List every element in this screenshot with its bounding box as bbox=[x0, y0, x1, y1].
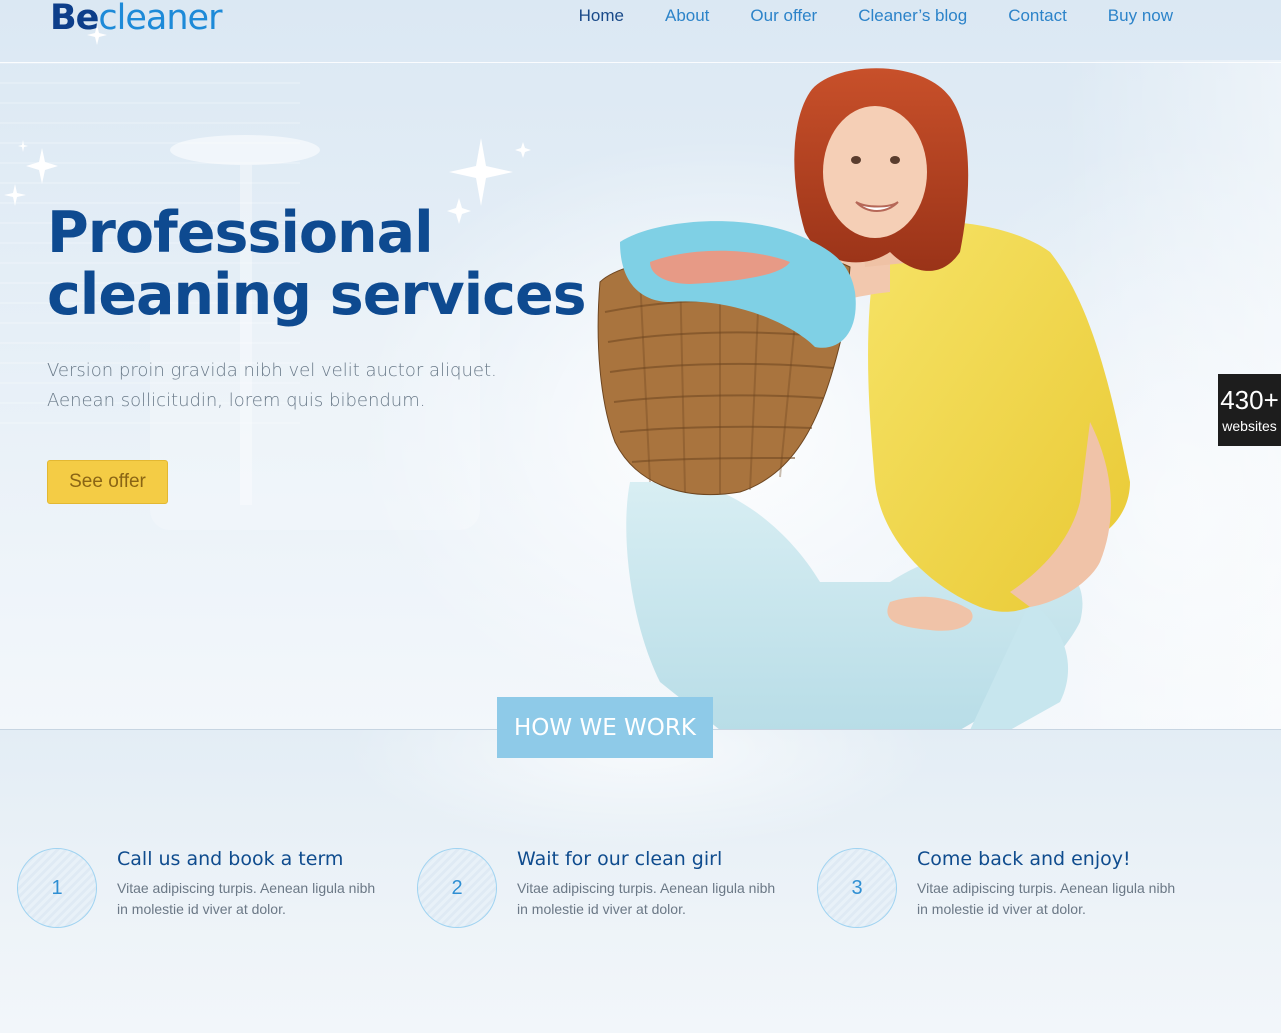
badge-number: 430+ bbox=[1220, 385, 1279, 415]
badge-label: websites bbox=[1222, 418, 1277, 434]
nav-our-offer[interactable]: Our offer bbox=[750, 6, 817, 28]
hero-headline: Professional cleaning services bbox=[47, 202, 607, 326]
step-number-circle: 3 bbox=[817, 848, 897, 928]
background-table bbox=[170, 135, 320, 165]
step-number-circle: 2 bbox=[417, 848, 497, 928]
step-description: Vitae adipiscing turpis. Aenean ligula n… bbox=[517, 880, 776, 917]
sparkle-icon bbox=[4, 184, 26, 206]
step-item: 2 Wait for our clean girl Vitae adipisci… bbox=[417, 848, 797, 938]
step-title: Call us and book a term bbox=[117, 848, 344, 870]
hero-subtext-line1: Version proin gravida nibh vel velit auc… bbox=[47, 360, 497, 381]
woman-with-basket-image bbox=[597, 68, 1130, 730]
logo-cleaner: cleaner bbox=[98, 0, 222, 38]
step-number-circle: 1 bbox=[17, 848, 97, 928]
hero-subtext-line2: Aenean sollicitudin, lorem quis bibendum… bbox=[47, 390, 426, 411]
nav-buy-now[interactable]: Buy now bbox=[1108, 6, 1173, 28]
hero-headline-line2: cleaning services bbox=[47, 262, 587, 328]
step-title: Come back and enjoy! bbox=[917, 848, 1131, 870]
nav-home[interactable]: Home bbox=[579, 6, 624, 28]
step-description: Vitae adipiscing turpis. Aenean ligula n… bbox=[917, 880, 1176, 917]
step-item: 3 Come back and enjoy! Vitae adipiscing … bbox=[817, 848, 1197, 938]
hero-subtext: Version proin gravida nibh vel velit auc… bbox=[47, 356, 567, 416]
main-nav: Home About Our offer Cleaner’s blog Cont… bbox=[579, 6, 1173, 28]
step-item: 1 Call us and book a term Vitae adipisci… bbox=[17, 848, 397, 938]
step-description: Vitae adipiscing turpis. Aenean ligula n… bbox=[117, 880, 376, 917]
see-offer-button[interactable]: See offer bbox=[47, 460, 168, 504]
sparkle-icon bbox=[87, 25, 107, 45]
websites-count-badge[interactable]: 430+ websites bbox=[1218, 374, 1281, 446]
logo[interactable]: Becleaner bbox=[50, 0, 222, 45]
header-divider bbox=[0, 62, 1281, 63]
how-we-work-tab: HOW WE WORK bbox=[497, 697, 713, 758]
nav-cleaners-blog[interactable]: Cleaner’s blog bbox=[858, 6, 967, 28]
nav-about[interactable]: About bbox=[665, 6, 709, 28]
step-title: Wait for our clean girl bbox=[517, 848, 723, 870]
nav-contact[interactable]: Contact bbox=[1008, 6, 1067, 28]
hero-headline-line1: Professional bbox=[47, 200, 434, 266]
hero-section: Becleaner Home About Our offer Cleaner’s… bbox=[0, 0, 1281, 730]
